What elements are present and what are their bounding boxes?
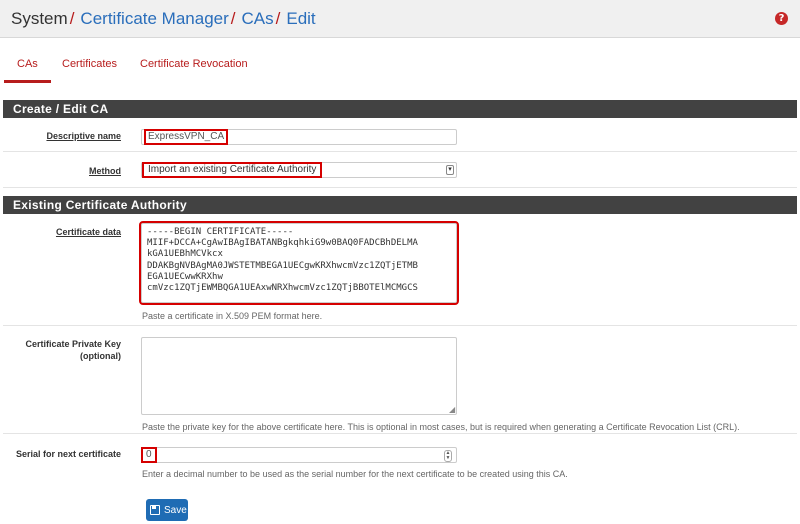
page-header: System / Certificate Manager / CAs / Edi… (0, 0, 800, 38)
method-value: Import an existing Certificate Authority (141, 162, 323, 178)
descriptive-name-value: ExpressVPN_CA (143, 129, 229, 145)
breadcrumb-separator: / (275, 8, 281, 28)
serial-value: 0 (141, 447, 157, 463)
tab-certificates[interactable]: Certificates (62, 58, 117, 86)
save-button-label: Save (164, 504, 187, 516)
section-title-existing-ca: Existing Certificate Authority (3, 196, 797, 214)
section-title-create-edit-ca: Create / Edit CA (3, 100, 797, 118)
number-spinner-icon[interactable]: ▲ ▼ (444, 450, 452, 462)
certificate-data-textarea[interactable]: -----BEGIN CERTIFICATE----- MIIF+DCCA+Cg… (139, 221, 459, 305)
save-icon (150, 505, 160, 515)
breadcrumb-root: System (11, 8, 68, 28)
question-circle-icon[interactable]: ? (775, 12, 788, 25)
descriptive-name-label: Descriptive name (46, 131, 121, 141)
serial-label: Serial for next certificate (15, 449, 121, 459)
private-key-label-optional: (optional) (80, 351, 121, 361)
breadcrumb-edit[interactable]: Edit (286, 9, 315, 29)
private-key-label: Certificate Private Key (optional) (25, 338, 121, 362)
certificate-data-label: Certificate data (55, 227, 121, 237)
chevron-down-icon: ▾ (446, 165, 454, 175)
tab-cas[interactable]: CAs (4, 58, 51, 86)
private-key-label-main: Certificate Private Key (25, 339, 121, 349)
breadcrumb-certificate-manager[interactable]: Certificate Manager (80, 9, 228, 29)
tab-bar: CAs Certificates Certificate Revocation (0, 58, 800, 86)
serial-input[interactable]: 0 ▲ ▼ (141, 447, 457, 463)
tab-certificate-revocation[interactable]: Certificate Revocation (140, 58, 248, 86)
certificate-data-help: Paste a certificate in X.509 PEM format … (142, 311, 323, 321)
save-button[interactable]: Save (146, 499, 188, 521)
serial-help: Enter a decimal number to be used as the… (142, 469, 568, 479)
breadcrumb-separator: / (69, 8, 75, 28)
breadcrumb-separator: / (230, 8, 236, 28)
method-select[interactable]: Import an existing Certificate Authority… (141, 162, 457, 178)
private-key-textarea[interactable] (141, 337, 457, 415)
method-label: Method (89, 166, 121, 176)
breadcrumb-cas[interactable]: CAs (242, 9, 274, 29)
private-key-help: Paste the private key for the above cert… (142, 422, 740, 432)
descriptive-name-input[interactable]: ExpressVPN_CA (141, 129, 457, 145)
